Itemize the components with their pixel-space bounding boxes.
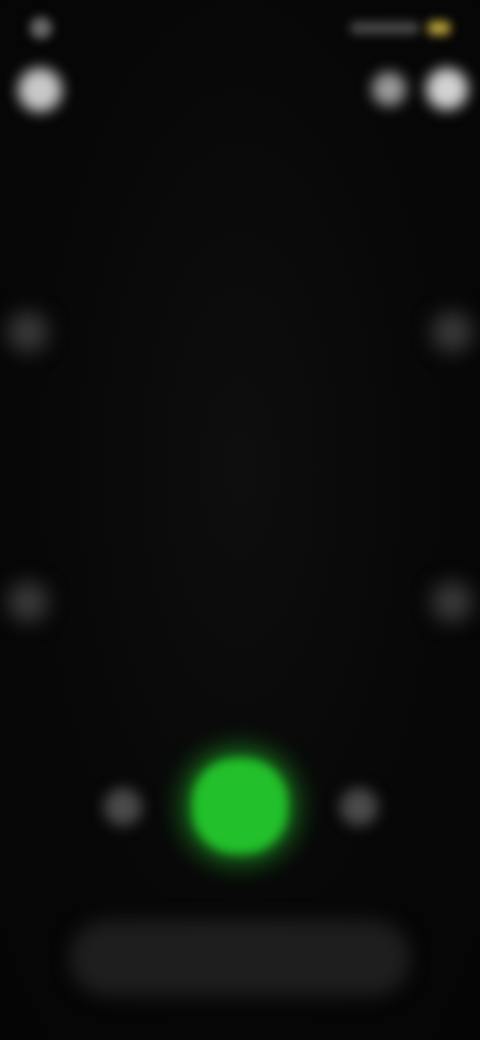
bottom-tab[interactable] <box>309 948 341 968</box>
bottom-tab-bar <box>70 920 410 996</box>
status-bar <box>0 0 480 56</box>
shutter-row <box>0 752 480 862</box>
mode-selector <box>0 690 480 730</box>
record-button[interactable] <box>192 758 288 854</box>
battery-icon <box>428 21 450 35</box>
settings-button[interactable] <box>426 68 468 110</box>
bottom-tab-active[interactable] <box>139 948 171 968</box>
flash-button[interactable] <box>372 72 406 106</box>
status-right <box>350 21 450 35</box>
mode-option[interactable] <box>265 690 281 730</box>
viewfinder-corner-top-left <box>8 312 48 352</box>
mode-option-active[interactable] <box>199 690 215 730</box>
notification-dot-icon <box>30 17 52 39</box>
flip-camera-button[interactable] <box>340 788 378 826</box>
viewfinder-corner-bottom-left <box>8 582 48 622</box>
status-left <box>30 17 62 39</box>
signal-wifi-icon <box>350 22 420 34</box>
gallery-button[interactable] <box>104 788 142 826</box>
close-button[interactable] <box>18 68 62 112</box>
camera-screen <box>0 0 480 1040</box>
viewfinder-corner-top-right <box>432 312 472 352</box>
viewfinder-corner-bottom-right <box>432 582 472 622</box>
